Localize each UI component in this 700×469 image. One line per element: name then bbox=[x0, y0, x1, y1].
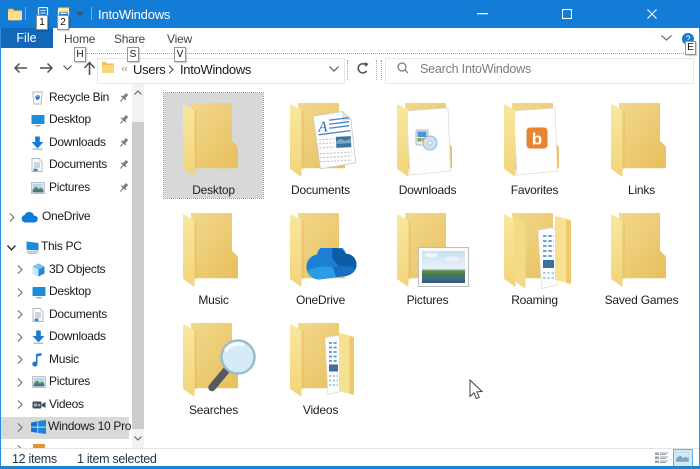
svg-text:b: b bbox=[532, 130, 542, 149]
